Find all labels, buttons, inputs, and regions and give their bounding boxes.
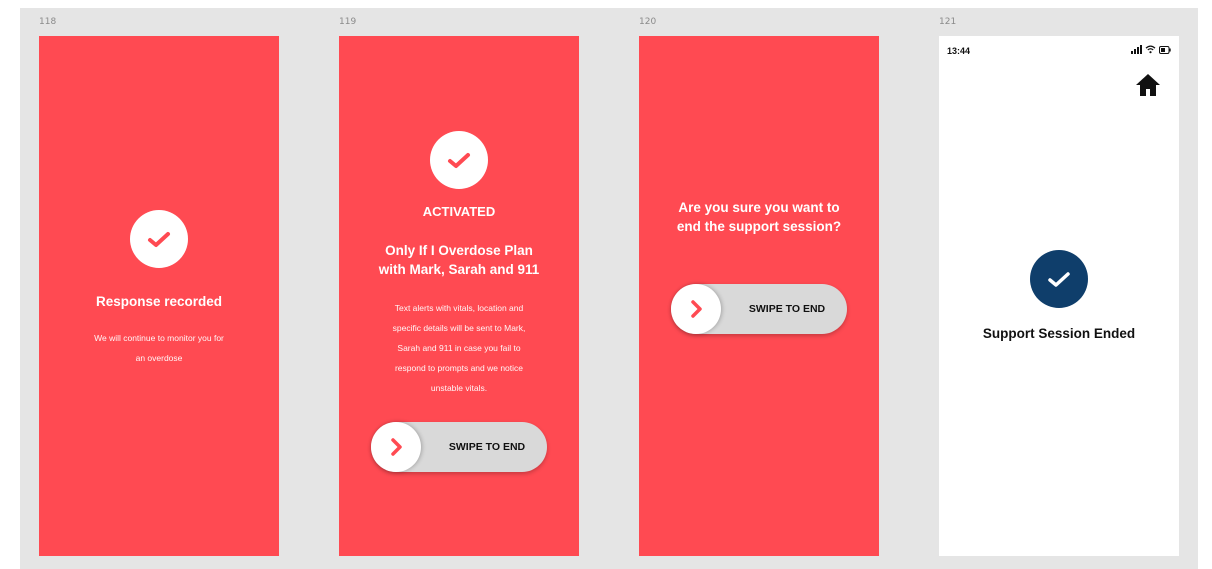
status-icons — [1131, 45, 1171, 54]
confirm-question-line-1: Are you sure you want to — [678, 200, 840, 215]
frame-activated: ACTIVATED Only If I Overdose Plan with M… — [339, 36, 579, 556]
activated-status: ACTIVATED — [422, 204, 496, 219]
plan-body-line-1: Text alerts with vitals, location and — [394, 303, 524, 313]
check-icon — [148, 232, 170, 247]
frame-label-121: 121 — [939, 17, 957, 27]
swipe-label: SWIPE TO END — [448, 441, 526, 453]
chevron-right-icon — [691, 300, 702, 318]
confirm-question-line-2: end the support session? — [676, 219, 842, 234]
frame-label-120: 120 — [639, 17, 657, 27]
plan-body-line-5: unstable vitals. — [430, 383, 488, 393]
session-ended-title: Support Session Ended — [982, 326, 1136, 341]
battery-icon — [1159, 45, 1171, 54]
check-badge — [430, 131, 488, 189]
frame-session-ended: 13:44 Support Session Ended — [939, 36, 1179, 556]
check-icon — [1048, 272, 1070, 287]
signal-icon — [1131, 45, 1142, 54]
frame-label-119: 119 — [339, 17, 357, 27]
frame-label-118: 118 — [39, 17, 57, 27]
plan-body-line-3: Sarah and 911 in case you fail to — [397, 343, 521, 353]
check-badge — [130, 210, 188, 268]
response-title: Response recorded — [95, 294, 223, 309]
swipe-label: SWIPE TO END — [748, 303, 826, 315]
plan-body-line-4: respond to prompts and we notice — [394, 363, 524, 373]
response-body-line-2: an overdose — [135, 353, 183, 363]
success-badge — [1030, 250, 1088, 308]
chevron-right-icon — [391, 438, 402, 456]
plan-title-line-2: with Mark, Sarah and 911 — [378, 262, 540, 277]
swipe-to-end-slider[interactable]: SWIPE TO END — [371, 422, 547, 472]
swipe-handle[interactable] — [371, 422, 421, 472]
check-icon — [448, 153, 470, 168]
frame-response-recorded: Response recorded We will continue to mo… — [39, 36, 279, 556]
home-icon[interactable] — [1135, 72, 1161, 98]
design-canvas: 118 Response recorded We will continue t… — [20, 8, 1198, 569]
response-body-line-1: We will continue to monitor you for — [94, 333, 224, 343]
swipe-to-end-slider[interactable]: SWIPE TO END — [671, 284, 847, 334]
wifi-icon — [1145, 45, 1156, 54]
status-time: 13:44 — [947, 46, 971, 56]
plan-title-line-1: Only If I Overdose Plan — [385, 243, 533, 258]
plan-body-line-2: specific details will be sent to Mark, — [392, 323, 526, 333]
swipe-handle[interactable] — [671, 284, 721, 334]
frame-end-confirm: Are you sure you want to end the support… — [639, 36, 879, 556]
